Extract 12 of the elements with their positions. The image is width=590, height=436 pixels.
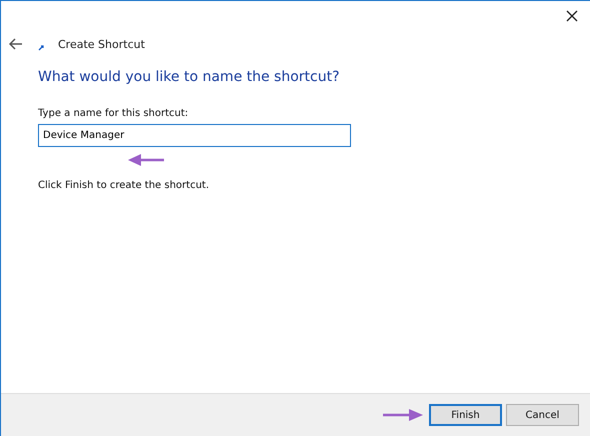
cancel-button[interactable]: Cancel <box>506 404 579 426</box>
instruction-text: Click Finish to create the shortcut. <box>38 180 210 191</box>
back-button[interactable] <box>9 37 25 51</box>
page-heading: What would you like to name the shortcut? <box>38 69 341 85</box>
close-icon <box>566 10 578 22</box>
arrow-annotation <box>383 409 423 421</box>
finish-button[interactable]: Finish <box>429 404 502 426</box>
field-label: Type a name for this shortcut: <box>38 108 190 119</box>
name-field[interactable]: Device Manager <box>38 124 351 147</box>
arrow-annotation <box>128 154 164 166</box>
shortcut-icon <box>38 44 44 50</box>
window-title: Create Shortcut <box>58 38 145 50</box>
